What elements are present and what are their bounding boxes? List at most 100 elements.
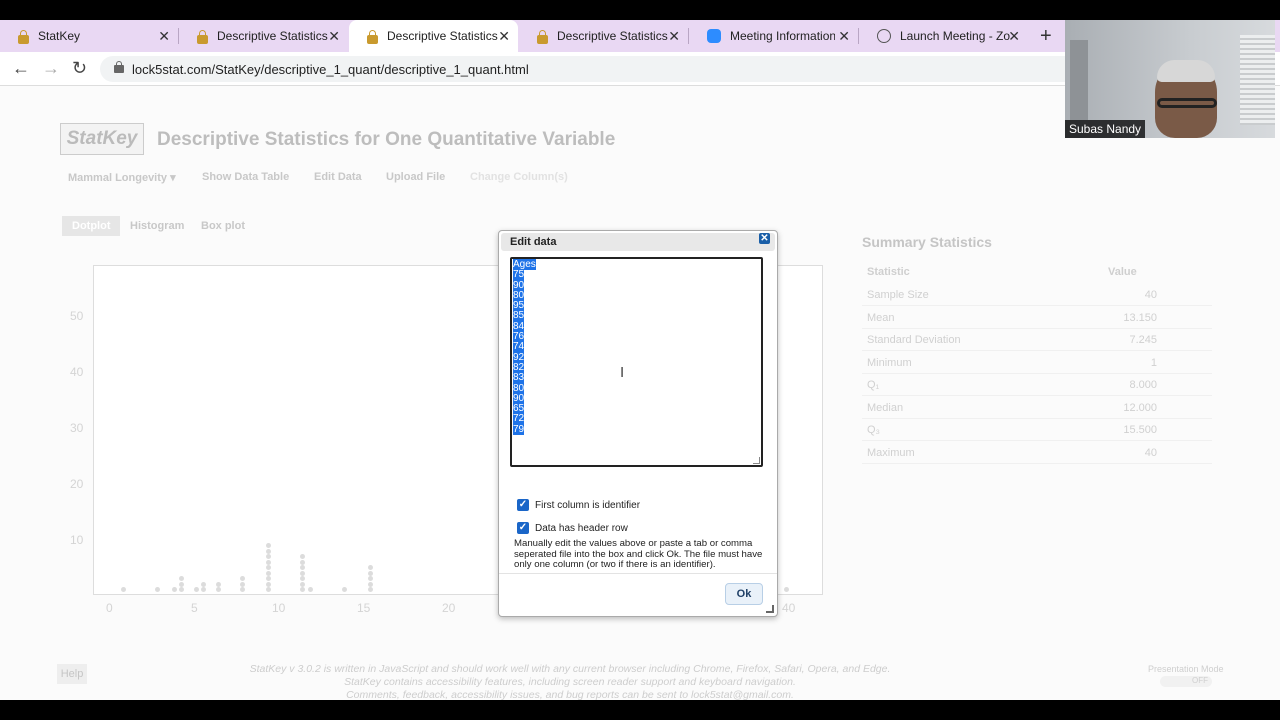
dot-column — [308, 587, 313, 592]
tab-label: Descriptive Statistics — [217, 29, 328, 43]
tab-label: Launch Meeting - Zoo — [900, 29, 1010, 43]
tab-box-plot[interactable]: Box plot — [191, 216, 255, 236]
dialog-resize-grip-icon[interactable] — [766, 605, 774, 613]
statkey-logo[interactable]: StatKey — [60, 123, 144, 155]
dot — [265, 565, 271, 570]
close-icon[interactable]: ✕ — [668, 28, 680, 45]
identifier-checkbox-row[interactable]: ✓ First column is identifier — [517, 499, 640, 511]
close-icon[interactable]: ✕ — [158, 28, 170, 45]
dot — [367, 581, 373, 587]
y-tick-label: 50 — [70, 309, 84, 323]
participant-name: Subas Nandy — [1065, 120, 1146, 138]
dot — [240, 581, 245, 587]
close-icon[interactable]: ✕ — [328, 28, 340, 45]
presentation-mode-toggle[interactable]: OFF — [1160, 676, 1212, 687]
dot — [299, 581, 305, 587]
resize-handle-icon[interactable] — [753, 457, 760, 464]
browser-tab[interactable]: StatKey ✕ — [0, 20, 178, 52]
lock-icon — [367, 29, 378, 44]
zoom-icon — [707, 29, 721, 43]
screen: StatKey ✕ Descriptive Statistics ✕ Descr… — [0, 20, 1280, 700]
checkbox-checked-icon[interactable]: ✓ — [517, 499, 529, 511]
dot — [265, 587, 271, 592]
reload-icon[interactable]: ↻ — [72, 58, 87, 79]
dot — [367, 570, 373, 576]
close-icon[interactable]: ✕ — [759, 233, 770, 244]
edit-data-button[interactable]: Edit Data — [314, 171, 362, 183]
summary-col-value: Value — [1108, 266, 1137, 278]
summary-row: Minimum 1 — [862, 352, 1212, 374]
close-icon[interactable]: ✕ — [498, 28, 510, 45]
data-textarea[interactable]: Ages 75 90 80 95 85 84 76 74 92 82 83 80 90 65 72 79 I — [510, 257, 763, 467]
dot — [367, 565, 373, 570]
header-row-checkbox-row[interactable]: ✓ Data has header row — [517, 522, 628, 534]
data-line: 76 — [513, 331, 525, 343]
x-tick-label: 0 — [106, 601, 113, 615]
dot — [784, 587, 789, 592]
dot — [265, 543, 271, 548]
summary-col-statistic: Statistic — [867, 266, 910, 278]
tab-label: Descriptive Statistics — [387, 29, 498, 43]
browser-tab[interactable]: Launch Meeting - Zoo ✕ — [859, 20, 1028, 52]
webcam-person-glasses — [1157, 98, 1217, 108]
summary-stat-value: 1 — [1150, 356, 1157, 369]
summary-stat-value: 40 — [1144, 446, 1157, 459]
dataset-dropdown[interactable]: Mammal Longevity ▾ — [68, 171, 176, 184]
footer-line: StatKey contains accessibility features,… — [344, 676, 796, 688]
data-line: 80 — [513, 289, 525, 301]
browser-tab-active[interactable]: Descriptive Statistics ✕ — [349, 20, 518, 52]
dot — [121, 587, 126, 592]
dot — [216, 587, 222, 592]
summary-row: Median 12.000 — [862, 397, 1212, 419]
browser-tab[interactable]: Descriptive Statistics ✕ — [519, 20, 688, 52]
summary-stat-name: Q₃ — [867, 424, 881, 436]
y-tick-label: 30 — [70, 421, 84, 435]
y-tick-label: 20 — [70, 477, 84, 491]
new-tab-icon[interactable]: + — [1040, 25, 1052, 48]
dot-column — [194, 587, 200, 592]
tab-label: StatKey — [38, 29, 81, 43]
data-line: 95 — [513, 300, 525, 312]
data-line: 90 — [513, 279, 525, 291]
tab-dotplot[interactable]: Dotplot — [62, 216, 121, 236]
url-field[interactable]: lock5stat.com/StatKey/descriptive_1_quan… — [100, 56, 1100, 82]
data-line: 84 — [513, 320, 525, 332]
upload-file-button[interactable]: Upload File — [386, 171, 445, 183]
webcam-doorframe — [1070, 40, 1088, 120]
x-tick-label: 10 — [272, 601, 286, 615]
dot-column — [216, 581, 222, 592]
x-tick-label: 15 — [357, 601, 371, 615]
summary-stat-value: 8.000 — [1129, 379, 1157, 391]
url-text: lock5stat.com/StatKey/descriptive_1_quan… — [132, 61, 529, 77]
text-cursor-icon: I — [620, 364, 625, 381]
dot — [172, 587, 177, 592]
dot — [194, 587, 200, 592]
webcam-person-hair — [1157, 60, 1215, 82]
browser-tab[interactable]: Descriptive Statistics ✕ — [179, 20, 348, 52]
dot — [265, 559, 271, 565]
lock-icon — [18, 29, 29, 44]
back-icon[interactable]: ← — [12, 58, 30, 79]
change-columns-button[interactable]: Change Column(s) — [470, 171, 568, 183]
show-data-table-button[interactable]: Show Data Table — [202, 171, 289, 183]
data-line: 75 — [513, 269, 525, 281]
data-line: 80 — [513, 382, 525, 394]
dot — [367, 587, 373, 592]
close-icon[interactable]: ✕ — [838, 28, 850, 45]
dot — [299, 576, 305, 581]
tab-histogram[interactable]: Histogram — [120, 216, 194, 236]
checkbox-checked-icon[interactable]: ✓ — [517, 522, 529, 534]
forward-icon[interactable]: → — [42, 58, 60, 79]
summary-stat-value: 7.245 — [1129, 334, 1157, 346]
close-icon[interactable]: ✕ — [1008, 28, 1020, 45]
dot-column — [367, 565, 373, 592]
summary-statistics-title: Summary Statistics — [862, 234, 992, 250]
summary-stat-name: Mean — [867, 311, 895, 324]
identifier-checkbox-label: First column is identifier — [535, 499, 641, 511]
dot — [178, 576, 184, 581]
page-title: Descriptive Statistics for One Quantitat… — [157, 129, 616, 150]
summary-row: Q₁ 8.000 — [862, 374, 1212, 396]
browser-tab[interactable]: Meeting Information - ✕ — [689, 20, 858, 52]
data-line: 85 — [513, 310, 525, 322]
ok-button[interactable]: Ok — [725, 583, 763, 605]
